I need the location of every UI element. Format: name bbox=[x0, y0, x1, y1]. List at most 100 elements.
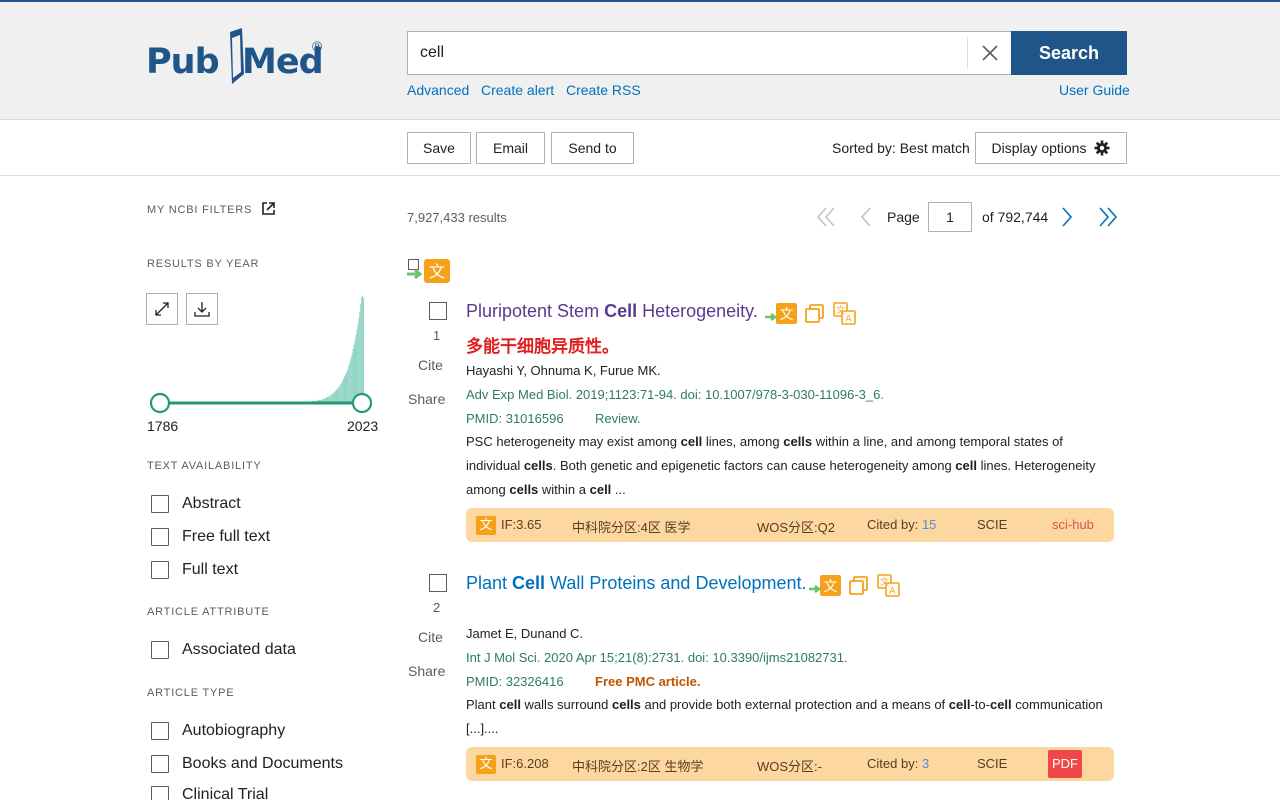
result-title-link[interactable]: Plant Cell Wall Proteins and Development… bbox=[466, 573, 807, 594]
translate-document-icon[interactable]: 文 A bbox=[833, 302, 857, 326]
last-page-icon[interactable] bbox=[1097, 205, 1119, 229]
impact-factor: IF:6.208 bbox=[501, 756, 549, 771]
year-histogram bbox=[311, 296, 364, 402]
snippet-highlight: cell bbox=[948, 697, 971, 712]
share-button[interactable]: Share bbox=[408, 391, 445, 407]
article-type-title: ARTICLE TYPE bbox=[147, 687, 235, 699]
histogram-bar bbox=[361, 297, 363, 402]
cas-zone: 中科院分区:2区 生物学 bbox=[572, 759, 704, 774]
title-highlight: Cell bbox=[512, 573, 546, 593]
publication-type: Review. bbox=[595, 411, 641, 426]
filter-abstract[interactable]: Abstract bbox=[151, 495, 241, 513]
total-pages: of 792,744 bbox=[982, 209, 1049, 225]
cite-button[interactable]: Cite bbox=[418, 357, 443, 373]
result-checkbox[interactable] bbox=[429, 574, 447, 592]
cited-by: Cited by: 15 bbox=[867, 517, 936, 532]
checkbox[interactable] bbox=[151, 786, 169, 800]
filter-label: Free full text bbox=[182, 528, 271, 545]
next-page-icon[interactable] bbox=[1059, 205, 1075, 229]
snippet-highlight: cells bbox=[611, 697, 641, 712]
result-authors: Hayashi Y, Ohnuma K, Furue MK. bbox=[466, 363, 661, 378]
translate-document-icon[interactable]: 文 A bbox=[877, 574, 901, 598]
clear-search-button[interactable] bbox=[967, 37, 1011, 69]
pdf-download-button[interactable]: PDF bbox=[1048, 750, 1082, 778]
result-checkbox[interactable] bbox=[429, 302, 447, 320]
page-number-input[interactable] bbox=[928, 202, 972, 232]
display-options-label: Display options bbox=[991, 140, 1087, 156]
advanced-link[interactable]: Advanced bbox=[407, 82, 469, 98]
copy-icon[interactable] bbox=[804, 303, 826, 325]
snippet-text: PSC heterogeneity may exist among bbox=[466, 434, 681, 449]
histogram-bar bbox=[359, 311, 361, 402]
user-guide-link[interactable]: User Guide bbox=[1059, 82, 1130, 98]
search-button[interactable]: Search bbox=[1011, 31, 1127, 75]
results-count: 7,927,433 results bbox=[407, 210, 507, 225]
cited-by-count[interactable]: 15 bbox=[922, 517, 936, 532]
text-availability-title: TEXT AVAILABILITY bbox=[147, 460, 262, 472]
filter-label: Full text bbox=[182, 561, 239, 578]
display-options-button[interactable]: Display options bbox=[975, 132, 1127, 164]
free-pmc-article-badge[interactable]: Free PMC article. bbox=[595, 674, 701, 689]
result-citation: Adv Exp Med Biol. 2019;1123:71-94. doi: … bbox=[466, 387, 884, 402]
checkbox[interactable] bbox=[151, 641, 169, 659]
cited-by-count[interactable]: 3 bbox=[922, 756, 929, 771]
title-text: Pluripotent Stem bbox=[466, 301, 605, 321]
checkbox[interactable] bbox=[151, 722, 169, 740]
translate-badge-icon: 文 bbox=[476, 516, 496, 535]
snippet-text: ... bbox=[611, 482, 626, 497]
filter-clinical-trial[interactable]: Clinical Trial bbox=[151, 786, 268, 800]
cite-button[interactable]: Cite bbox=[418, 629, 443, 645]
filter-books-and-documents[interactable]: Books and Documents bbox=[151, 755, 343, 773]
translate-icon: 文 bbox=[407, 259, 450, 283]
checkbox[interactable] bbox=[151, 561, 169, 579]
histogram-bar bbox=[363, 298, 364, 402]
logo-med-text: Med bbox=[242, 42, 324, 82]
snippet-highlight: cell bbox=[680, 434, 703, 449]
translate-icon[interactable]: 文 bbox=[764, 302, 798, 326]
filter-associated-data[interactable]: Associated data bbox=[151, 641, 296, 659]
my-ncbi-filters-link[interactable]: MY NCBI FILTERS bbox=[147, 202, 275, 216]
email-button[interactable]: Email bbox=[476, 132, 545, 164]
filter-free-full-text[interactable]: Free full text bbox=[151, 528, 270, 546]
filter-label: Books and Documents bbox=[182, 755, 343, 772]
my-ncbi-filters-label: MY NCBI FILTERS bbox=[147, 204, 253, 216]
year-end-label: 2023 bbox=[347, 418, 379, 434]
create-alert-link[interactable]: Create alert bbox=[481, 82, 554, 98]
journal-info-bar: 文 IF:3.65 中科院分区:4区 医学 WOS分区:Q2 Cited by:… bbox=[466, 508, 1114, 542]
previous-page-icon[interactable] bbox=[858, 205, 874, 229]
result-snippet: Plant cell walls surround cells and prov… bbox=[466, 693, 1116, 741]
sci-hub-link[interactable]: sci-hub bbox=[1052, 517, 1094, 532]
title-text: Heterogeneity. bbox=[637, 301, 758, 321]
filter-autobiography[interactable]: Autobiography bbox=[151, 722, 285, 740]
checkbox[interactable] bbox=[151, 755, 169, 773]
logo-pub-text: Pub bbox=[146, 42, 220, 82]
svg-text:文: 文 bbox=[429, 262, 445, 281]
create-rss-link[interactable]: Create RSS bbox=[566, 82, 641, 98]
filter-full-text[interactable]: Full text bbox=[151, 561, 238, 579]
translate-icon[interactable]: 文 bbox=[808, 574, 842, 598]
year-range-slider[interactable] bbox=[148, 390, 378, 416]
checkbox[interactable] bbox=[151, 528, 169, 546]
pubmed-logo[interactable]: Pub Med ® bbox=[146, 26, 336, 90]
snippet-highlight: cell bbox=[499, 697, 521, 712]
title-highlight: Cell bbox=[604, 301, 638, 321]
svg-text:文: 文 bbox=[824, 579, 838, 595]
cited-by-label: Cited by: bbox=[867, 517, 919, 532]
checkbox[interactable] bbox=[151, 495, 169, 513]
snippet-highlight: cells bbox=[523, 458, 553, 473]
cas-zone: 中科院分区:4区 医学 bbox=[572, 520, 691, 535]
title-text: Wall Proteins and Development. bbox=[545, 573, 807, 593]
search-input[interactable] bbox=[408, 32, 966, 74]
result-title-link[interactable]: Pluripotent Stem Cell Heterogeneity. bbox=[466, 301, 758, 322]
search-box bbox=[407, 31, 1012, 75]
first-page-icon[interactable] bbox=[815, 205, 837, 229]
send-to-button[interactable]: Send to bbox=[551, 132, 634, 164]
share-button[interactable]: Share bbox=[408, 663, 445, 679]
copy-icon[interactable] bbox=[848, 575, 870, 597]
save-button[interactable]: Save bbox=[407, 132, 471, 164]
svg-text:文: 文 bbox=[780, 307, 794, 323]
snippet-text: walls surround bbox=[520, 697, 612, 712]
snippet-text: -to- bbox=[970, 697, 990, 712]
bulk-translate-widget[interactable]: 文 bbox=[406, 258, 452, 284]
result-number: 1 bbox=[433, 328, 441, 343]
